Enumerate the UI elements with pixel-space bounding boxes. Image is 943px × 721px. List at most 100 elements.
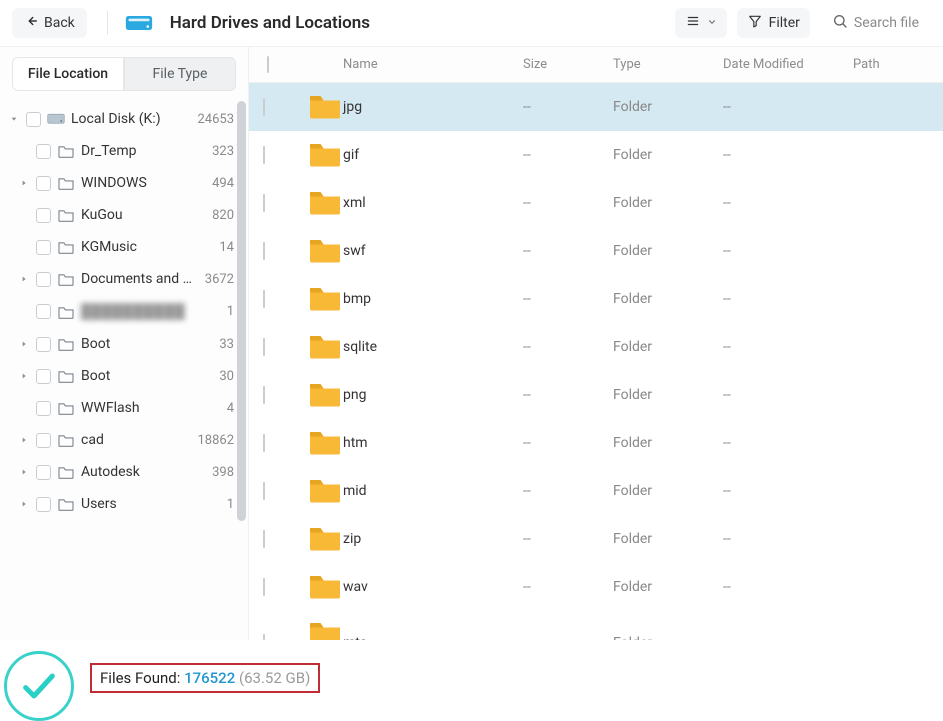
table-row[interactable]: wav--Folder-- (249, 563, 943, 611)
table-row[interactable]: zip--Folder-- (249, 515, 943, 563)
filter-icon (747, 14, 763, 32)
tree-checkbox[interactable] (36, 176, 51, 191)
tree-count: 3672 (200, 272, 234, 287)
col-path[interactable]: Path (853, 57, 933, 72)
row-checkbox[interactable] (263, 242, 265, 260)
tree-count: 820 (200, 208, 234, 223)
table-row[interactable]: mts--Folder-- (249, 611, 943, 640)
tab-file-type[interactable]: File Type (124, 57, 236, 91)
row-type: Folder (613, 195, 723, 211)
tree-label: Boot (81, 336, 194, 352)
chevron-down-icon (707, 15, 717, 31)
tree-item[interactable]: WWFlash4 (0, 392, 248, 424)
filter-button[interactable]: Filter (737, 8, 810, 38)
tree-checkbox[interactable] (36, 337, 51, 352)
tree-count: 323 (200, 144, 234, 159)
table-row[interactable]: htm--Folder-- (249, 419, 943, 467)
row-type: Folder (613, 147, 723, 163)
tree-item[interactable]: KGMusic14 (0, 231, 248, 263)
folder-icon (57, 305, 75, 319)
tree-item[interactable]: Dr_Temp 323 (0, 135, 248, 167)
expand-icon[interactable] (8, 113, 20, 125)
tree-checkbox[interactable] (36, 208, 51, 223)
table-row[interactable]: jpg--Folder-- (249, 83, 943, 131)
tree-item[interactable]: KuGou820 (0, 199, 248, 231)
row-checkbox[interactable] (263, 482, 265, 500)
select-all-checkbox[interactable] (267, 56, 269, 73)
col-type[interactable]: Type (613, 57, 723, 72)
tree-item[interactable]: Autodesk398 (0, 456, 248, 488)
table-row[interactable]: png--Folder-- (249, 371, 943, 419)
expand-icon[interactable] (18, 177, 30, 189)
tree-item[interactable]: Boot30 (0, 360, 248, 392)
table-row[interactable]: bmp--Folder-- (249, 275, 943, 323)
tree-item[interactable]: Boot33 (0, 328, 248, 360)
row-checkbox[interactable] (263, 290, 265, 308)
back-button[interactable]: Back (12, 8, 87, 38)
row-checkbox[interactable] (263, 98, 265, 116)
tab-file-location[interactable]: File Location (12, 57, 124, 91)
row-name: wav (343, 579, 523, 595)
expand-icon[interactable] (18, 466, 30, 478)
row-date: -- (723, 531, 853, 547)
tree-root[interactable]: Local Disk (K:)24653 (0, 103, 248, 135)
tree-checkbox[interactable] (36, 304, 51, 319)
tree-count: 398 (200, 465, 234, 480)
row-checkbox[interactable] (263, 338, 265, 356)
table-row[interactable]: xml--Folder-- (249, 179, 943, 227)
view-menu-button[interactable] (675, 8, 727, 38)
tree-checkbox[interactable] (36, 497, 51, 512)
menu-icon (685, 14, 701, 32)
row-size: -- (523, 339, 613, 355)
tree-checkbox[interactable] (36, 433, 51, 448)
tree-checkbox[interactable] (36, 401, 51, 416)
sidebar-scrollbar[interactable] (237, 101, 246, 640)
col-size[interactable]: Size (523, 57, 613, 72)
row-checkbox[interactable] (263, 386, 265, 404)
row-date: -- (723, 579, 853, 595)
expand-icon[interactable] (18, 434, 30, 446)
tree-item[interactable]: WINDOWS494 (0, 167, 248, 199)
tree-item[interactable]: Documents and Set...3672 (0, 263, 248, 295)
row-date: -- (723, 147, 853, 163)
tree-checkbox[interactable] (36, 369, 51, 384)
row-checkbox[interactable] (263, 634, 265, 640)
row-checkbox[interactable] (263, 434, 265, 452)
expand-icon[interactable] (18, 338, 30, 350)
expand-icon[interactable] (18, 498, 30, 510)
tree-item[interactable]: ██████████1 (0, 295, 248, 328)
table-row[interactable]: swf--Folder-- (249, 227, 943, 275)
tree-checkbox[interactable] (36, 272, 51, 287)
sidebar-scroll-thumb[interactable] (237, 101, 246, 521)
row-name: jpg (343, 99, 523, 115)
folder-icon (57, 433, 75, 447)
table-row[interactable]: mid--Folder-- (249, 467, 943, 515)
row-size: -- (523, 99, 613, 115)
tree-item[interactable]: cad18862 (0, 424, 248, 456)
row-size: -- (523, 483, 613, 499)
row-type: Folder (613, 435, 723, 451)
col-date[interactable]: Date Modified (723, 57, 853, 72)
table-row[interactable]: sqlite--Folder-- (249, 323, 943, 371)
search-input[interactable]: Search file (820, 7, 931, 39)
row-size: -- (523, 147, 613, 163)
table-row[interactable]: gif--Folder-- (249, 131, 943, 179)
row-checkbox[interactable] (263, 578, 265, 596)
row-checkbox[interactable] (263, 530, 265, 548)
row-checkbox[interactable] (263, 146, 265, 164)
tree-label: WINDOWS (81, 175, 194, 191)
tree-item[interactable]: Users1 (0, 488, 248, 520)
tree-checkbox[interactable] (36, 240, 51, 255)
tree-label: Dr_Temp (81, 143, 194, 159)
expand-icon[interactable] (18, 370, 30, 382)
col-name[interactable]: Name (343, 57, 523, 72)
tree-checkbox[interactable] (26, 112, 41, 127)
expand-icon[interactable] (18, 273, 30, 285)
row-name: mid (343, 483, 523, 499)
tree-checkbox[interactable] (36, 144, 51, 159)
scan-complete-icon (4, 651, 74, 721)
row-checkbox[interactable] (263, 194, 265, 212)
search-placeholder: Search file (854, 15, 919, 31)
tree-checkbox[interactable] (36, 465, 51, 480)
tree-label: ██████████ (81, 303, 194, 320)
